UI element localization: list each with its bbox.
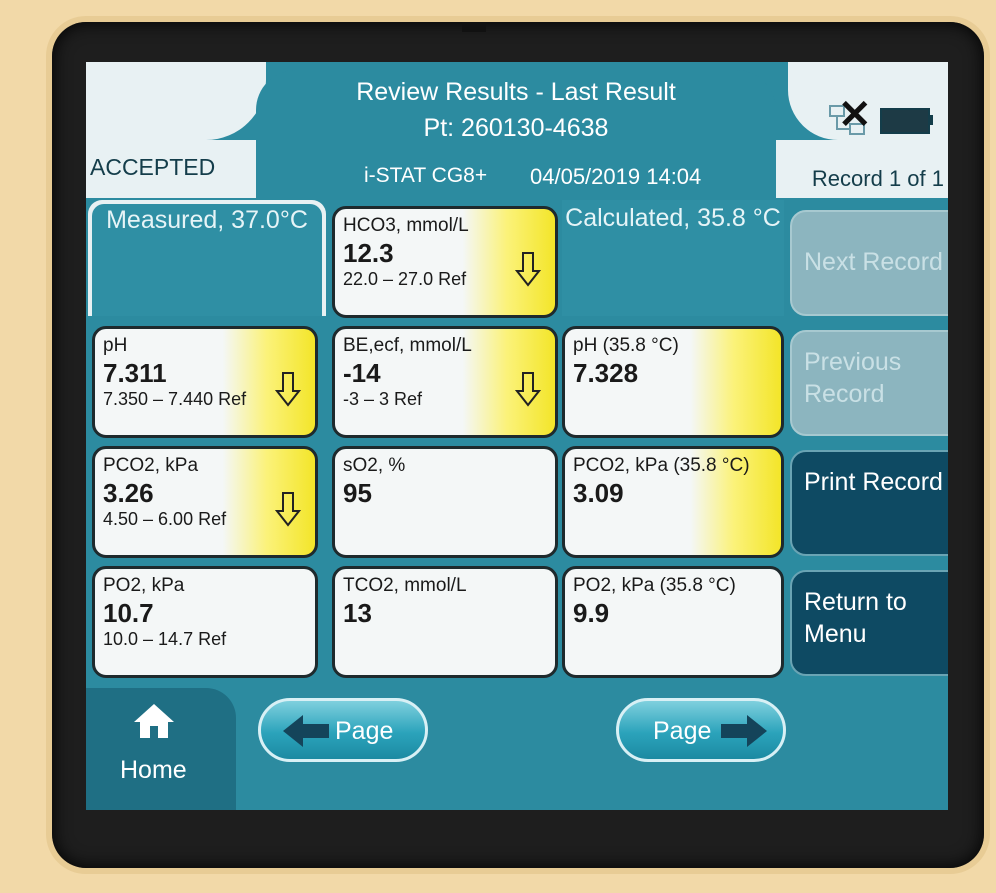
result-datetime: 04/05/2019 14:04 (530, 164, 702, 189)
page-next-label: Page (653, 717, 712, 745)
result-tile-hco3[interactable]: HCO3, mmol/L 12.3 22.0 – 27.0 Ref (332, 206, 558, 318)
return-to-menu-button[interactable]: Return to Menu (790, 570, 948, 676)
print-record-button[interactable]: Print Record (790, 450, 948, 556)
result-label: PCO2, kPa (103, 455, 199, 476)
measured-column-header: Measured, 37.0°C (88, 200, 326, 316)
status-label: ACCEPTED (90, 154, 216, 180)
battery-icon (880, 108, 930, 134)
result-label: pH (35.8 °C) (573, 335, 679, 356)
arrow-down-icon (275, 372, 301, 407)
calculated-column-header: Calculated, 35.8 °C (562, 200, 784, 316)
result-tile-po2-corrected[interactable]: PO2, kPa (35.8 °C) 9.9 (562, 566, 784, 678)
result-ref-range: 10.0 – 14.7 Ref (103, 629, 227, 649)
result-tile-so2[interactable]: sO2, % 95 (332, 446, 558, 558)
device-screen: Review Results - Last Result Pt: 260130-… (86, 62, 948, 810)
result-label: HCO3, mmol/L (343, 215, 469, 236)
measured-column-title: Measured, 37.0°C (92, 204, 322, 316)
arrow-right-icon (721, 715, 767, 747)
result-label: PO2, kPa (35.8 °C) (573, 575, 736, 596)
page-prev-label: Page (335, 717, 394, 745)
result-tile-ph-corrected[interactable]: pH (35.8 °C) 7.328 (562, 326, 784, 438)
result-tile-be-ecf[interactable]: BE,ecf, mmol/L -14 -3 – 3 Ref (332, 326, 558, 438)
result-tile-pco2[interactable]: PCO2, kPa 3.26 4.50 – 6.00 Ref (92, 446, 318, 558)
next-record-button[interactable]: Next Record (790, 210, 948, 316)
result-value: 95 (343, 478, 372, 508)
result-tile-ph[interactable]: pH 7.311 7.350 – 7.440 Ref (92, 326, 318, 438)
screen-title: Review Results - Last Result (356, 78, 676, 106)
home-icon[interactable] (132, 702, 176, 740)
result-label: TCO2, mmol/L (343, 575, 467, 596)
home-label[interactable]: Home (120, 756, 187, 785)
arrow-down-icon (515, 252, 541, 287)
result-value: 3.09 (573, 478, 624, 508)
header-left-tab (86, 62, 266, 140)
result-label: sO2, % (343, 455, 406, 476)
arrow-left-icon (283, 715, 329, 747)
result-tile-pco2-corrected[interactable]: PCO2, kPa (35.8 °C) 3.09 (562, 446, 784, 558)
page-prev-button[interactable]: Page (258, 698, 428, 762)
page-next-button[interactable]: Page (616, 698, 786, 762)
result-label: pH (103, 335, 128, 356)
result-tile-tco2[interactable]: TCO2, mmol/L 13 (332, 566, 558, 678)
result-tile-po2[interactable]: PO2, kPa 10.7 10.0 – 14.7 Ref (92, 566, 318, 678)
result-value: 13 (343, 598, 372, 628)
result-value: 10.7 (103, 598, 154, 628)
result-value: 9.9 (573, 598, 610, 628)
arrow-down-icon (275, 492, 301, 527)
battery-tip (928, 115, 933, 125)
status-icons: ✕ (828, 93, 938, 142)
arrow-down-icon (515, 372, 541, 407)
previous-record-button[interactable]: Previous Record (790, 330, 948, 436)
patient-id: Pt: 260130-4638 (423, 114, 609, 142)
cartridge-type: i-STAT CG8+ (364, 164, 488, 187)
record-counter: Record 1 of 1 (811, 166, 944, 191)
result-label: PCO2, kPa (35.8 °C) (573, 455, 750, 476)
disconnected-x-icon: ✕ (838, 93, 872, 137)
result-value: 7.328 (573, 358, 639, 388)
result-label: BE,ecf, mmol/L (343, 335, 472, 356)
result-label: PO2, kPa (103, 575, 185, 596)
bezel-notch (462, 22, 486, 32)
